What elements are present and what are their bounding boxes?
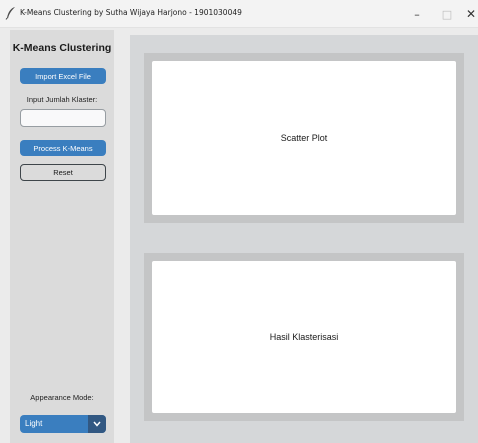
hasil-klasterisasi-frame: Hasil Klasterisasi [144,253,464,421]
reset-button[interactable]: Reset [20,164,106,181]
scatter-plot-frame: Scatter Plot [144,53,464,223]
import-excel-button[interactable]: Import Excel File [20,68,106,84]
minimize-button[interactable]: – [402,0,432,28]
title-bar: K-Means Clustering by Sutha Wijaya Harjo… [0,0,478,28]
scatter-plot-label: Scatter Plot [280,133,328,143]
window-title: K-Means Clustering by Sutha Wijaya Harjo… [20,8,242,17]
chevron-down-icon[interactable] [88,415,106,433]
klaster-input[interactable] [20,109,106,127]
main-area: Scatter Plot Hasil Klasterisasi [130,35,478,443]
process-kmeans-button[interactable]: Process K-Means [20,140,106,156]
sidebar-title: K-Means Clustering [12,42,112,54]
close-button[interactable]: ✕ [456,0,478,28]
hasil-klasterisasi-label: Hasil Klasterisasi [269,332,339,342]
appearance-mode-value: Light [25,419,43,428]
appearance-mode-label: Appearance Mode: [30,393,94,402]
hasil-klasterisasi-panel: Hasil Klasterisasi [152,261,456,413]
klaster-label: Input Jumlah Klaster: [26,95,98,104]
sidebar: K-Means Clustering Import Excel File Inp… [10,30,114,443]
feather-icon [5,7,15,20]
appearance-mode-select[interactable]: Light [20,415,106,433]
scatter-plot-panel: Scatter Plot [152,61,456,215]
